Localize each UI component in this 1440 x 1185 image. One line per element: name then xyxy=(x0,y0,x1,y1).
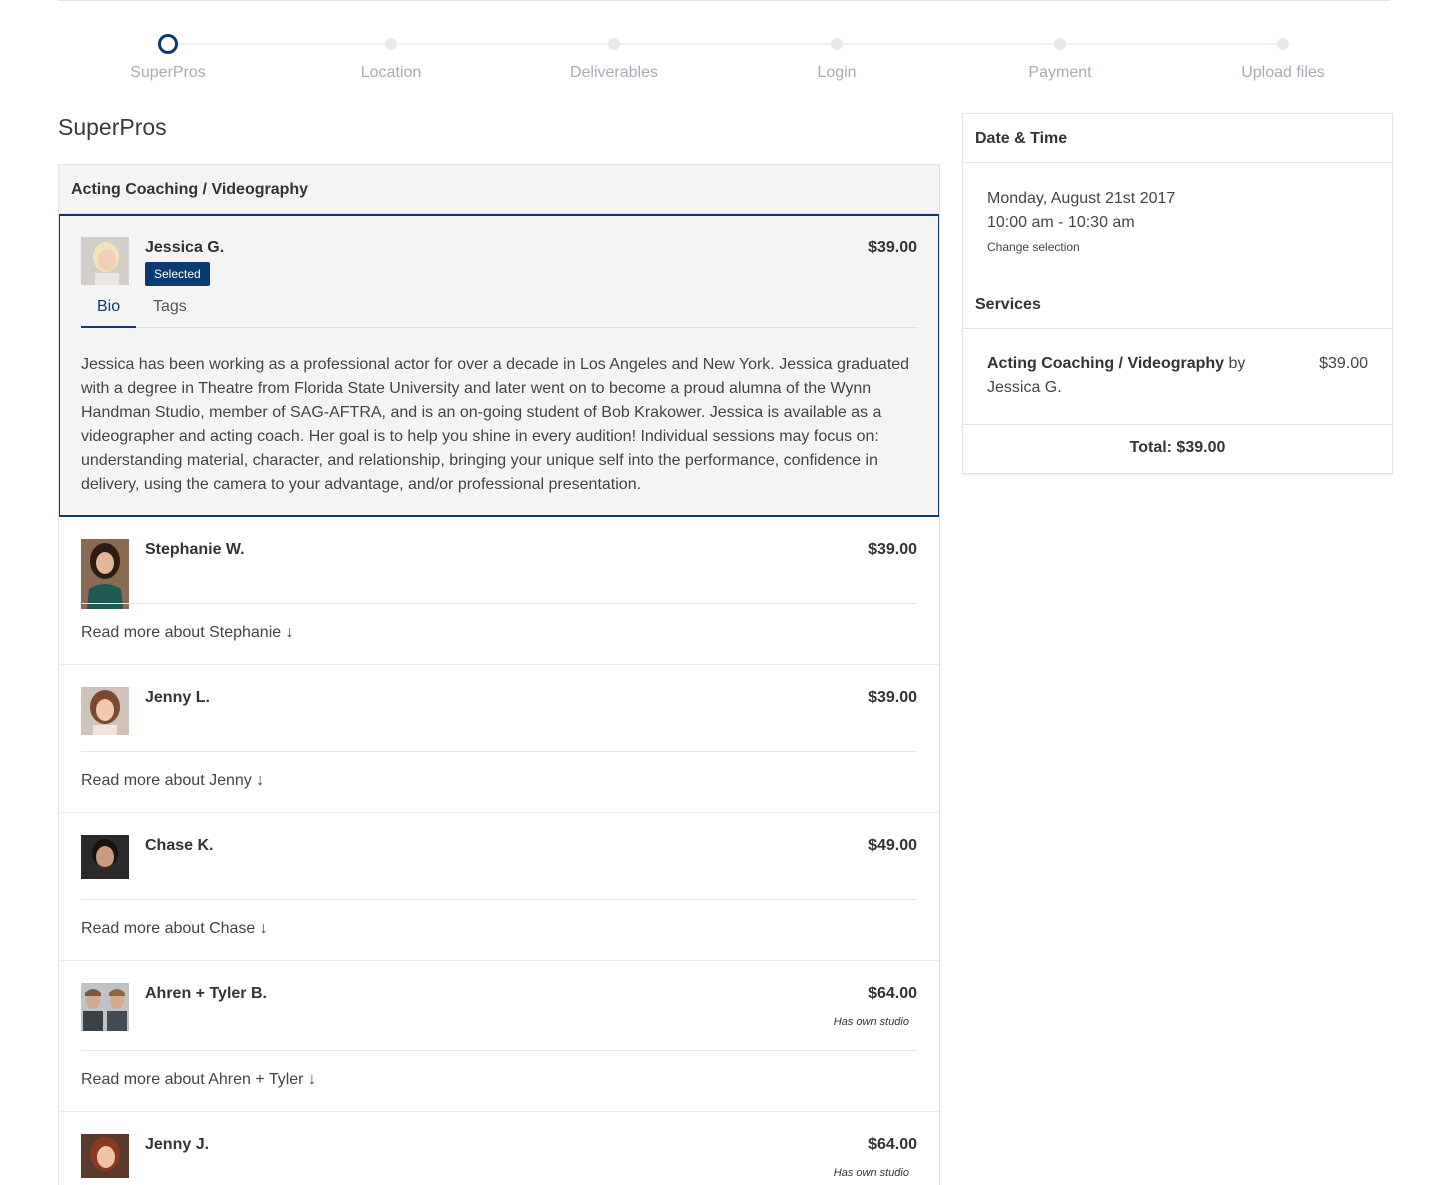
divider xyxy=(81,1050,917,1051)
pro-tabs: Bio Tags xyxy=(81,296,917,328)
progress-stepper: SuperPros Location Deliverables Login Pa… xyxy=(58,34,1390,84)
pro-card[interactable]: Jenny L. $39.00 Read more about Jenny ↓ xyxy=(59,665,939,813)
stepper-track xyxy=(168,43,1282,45)
divider xyxy=(963,162,1392,163)
superpros-list: Acting Coaching / Videography Jessica G.… xyxy=(58,164,940,1185)
tab-bio[interactable]: Bio xyxy=(81,296,137,328)
pro-price: $39.00 xyxy=(868,541,917,558)
step-label: Payment xyxy=(1028,64,1092,81)
step-dot xyxy=(1054,38,1066,50)
pro-card-selected[interactable]: Jessica G. $39.00 Selected Bio Tags Jess… xyxy=(59,214,939,517)
date-time-heading: Date & Time xyxy=(975,130,1068,147)
pro-price: $64.00 xyxy=(868,985,917,1002)
tab-tags[interactable]: Tags xyxy=(137,296,203,327)
pro-card[interactable]: Chase K. $49.00 Read more about Chase ↓ xyxy=(59,813,939,961)
step-dot xyxy=(385,38,397,50)
divider xyxy=(963,424,1392,425)
pro-card[interactable]: Jenny J. $64.00 Has own studio xyxy=(59,1112,939,1185)
step-label: Deliverables xyxy=(569,64,659,81)
read-more-link[interactable]: Read more about Chase ↓ xyxy=(81,920,268,938)
avatar xyxy=(81,539,129,609)
change-selection-link[interactable]: Change selection xyxy=(987,240,1080,254)
avatar xyxy=(81,237,129,285)
order-total: Total: $39.00 xyxy=(1129,439,1226,456)
step-dot xyxy=(608,38,620,50)
pro-name: Jenny L. xyxy=(145,689,210,706)
pro-card[interactable]: Stephanie W. $39.00 Read more about Step… xyxy=(59,517,939,665)
pro-name: Stephanie W. xyxy=(145,541,245,558)
studio-note: Has own studio xyxy=(833,1016,909,1028)
pro-name: Jenny J. xyxy=(145,1136,210,1153)
booking-summary: Date & Time Monday, August 21st 2017 10:… xyxy=(962,113,1393,474)
selected-badge: Selected xyxy=(145,262,210,286)
step-label: SuperPros xyxy=(130,64,206,81)
step-dot xyxy=(1277,38,1289,50)
top-divider xyxy=(58,0,1390,1)
avatar xyxy=(81,1134,129,1178)
divider xyxy=(81,603,917,604)
booking-date: Monday, August 21st 2017 xyxy=(987,190,1176,207)
booking-time: 10:00 am - 10:30 am xyxy=(987,214,1135,231)
avatar xyxy=(81,687,129,735)
pro-price: $64.00 xyxy=(868,1136,917,1153)
divider xyxy=(963,328,1392,329)
pro-name: Chase K. xyxy=(145,837,214,854)
step-dot-active xyxy=(158,34,178,54)
read-more-link[interactable]: Read more about Ahren + Tyler ↓ xyxy=(81,1071,316,1089)
pro-price: $39.00 xyxy=(868,239,917,256)
avatar xyxy=(81,983,129,1031)
service-name: Acting Coaching / Videography xyxy=(987,355,1225,372)
divider xyxy=(81,899,917,900)
pro-name: Jessica G. xyxy=(145,239,225,256)
pro-price: $39.00 xyxy=(868,689,917,706)
services-heading: Services xyxy=(975,296,1041,313)
read-more-link[interactable]: Read more about Jenny ↓ xyxy=(81,772,264,790)
page-title: SuperPros xyxy=(58,114,167,140)
service-by: by xyxy=(1224,355,1246,372)
service-price: $39.00 xyxy=(1319,355,1368,372)
service-pro: Jessica G. xyxy=(987,379,1062,396)
pro-price: $49.00 xyxy=(868,837,917,854)
step-label: Upload files xyxy=(1241,64,1325,81)
pro-bio: Jessica has been working as a profession… xyxy=(81,356,910,493)
pro-card[interactable]: Ahren + Tyler B. $64.00 Has own studio R… xyxy=(59,961,939,1112)
service-line: Acting Coaching / Videography by Jessica… xyxy=(987,352,1277,400)
avatar xyxy=(81,835,129,879)
divider xyxy=(81,751,917,752)
read-more-link[interactable]: Read more about Stephanie ↓ xyxy=(81,624,294,642)
studio-note: Has own studio xyxy=(833,1167,909,1179)
category-header: Acting Coaching / Videography xyxy=(59,165,939,214)
step-label: Login xyxy=(817,64,857,81)
step-label: Location xyxy=(360,64,422,81)
pro-name: Ahren + Tyler B. xyxy=(145,985,267,1002)
step-dot xyxy=(831,38,843,50)
